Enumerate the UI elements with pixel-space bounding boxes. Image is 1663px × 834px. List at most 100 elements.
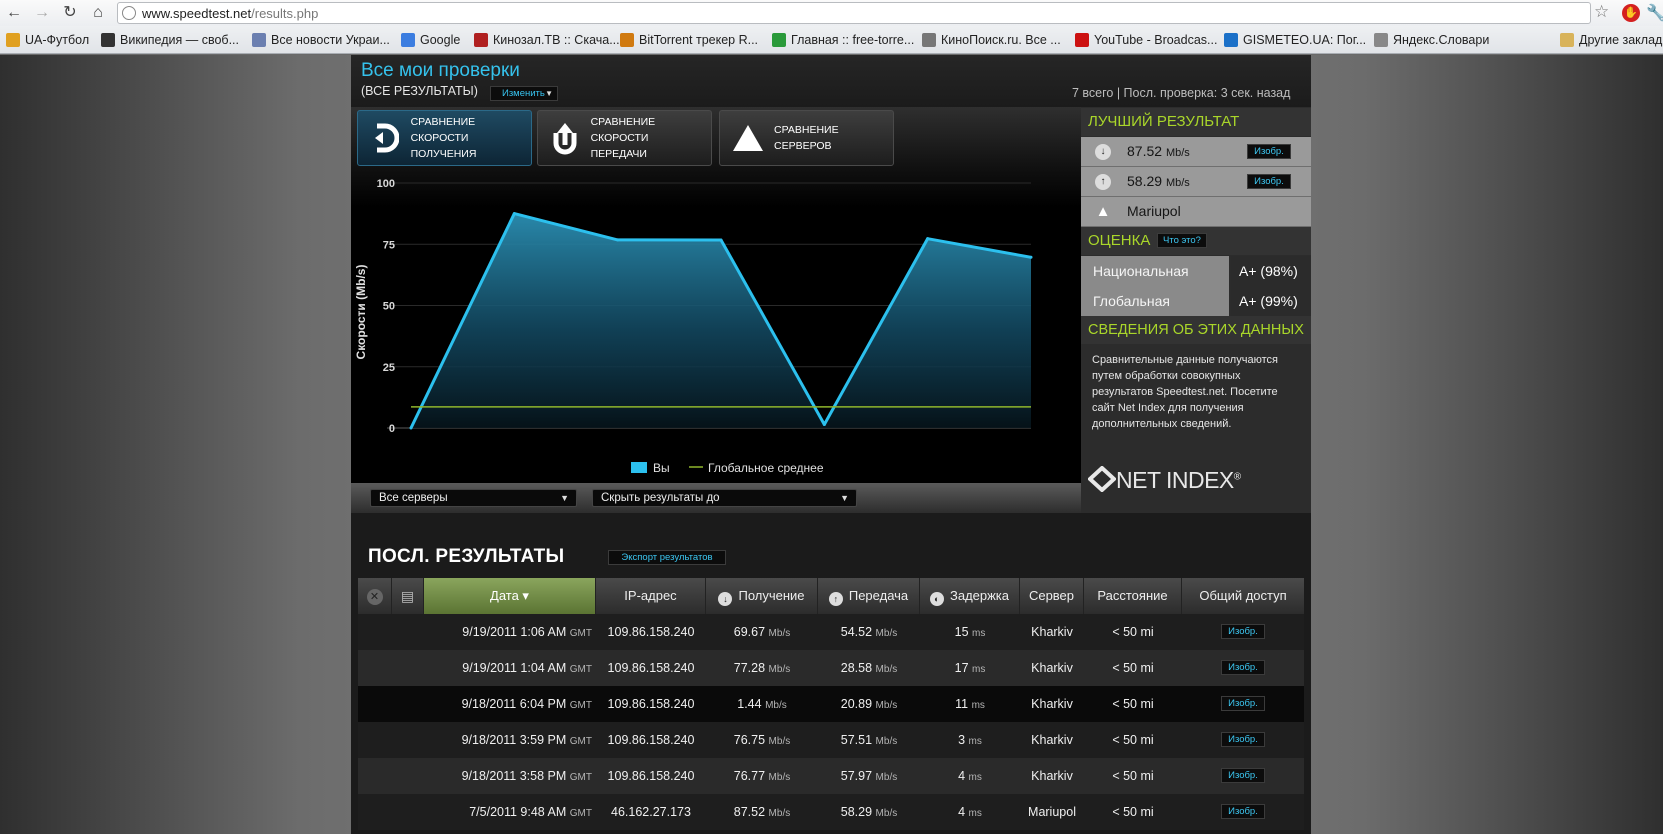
cell-download: 77.28 Mb/s <box>706 650 818 686</box>
download-value: 77.28 <box>733 661 766 675</box>
bookmark-rutracker[interactable]: BitTorrent трекер R... <box>620 31 758 49</box>
cell-ip: 109.86.158.240 <box>596 722 706 758</box>
unit: Mb/s <box>875 736 898 747</box>
back-arrow-icon[interactable]: ← <box>4 3 24 23</box>
bookmark-folder[interactable]: Другие заклад <box>1560 31 1662 49</box>
tab-upload-compare[interactable]: СРАВНЕНИЕ СКОРОСТИ ПЕРЕДАЧИ <box>537 110 712 166</box>
cell-distance: < 50 mi <box>1084 614 1182 650</box>
upload-value: 57.51 <box>840 733 873 747</box>
cell-upload: 28.58 Mb/s <box>818 650 920 686</box>
best-upload-image-button[interactable]: Изобр. <box>1247 174 1291 189</box>
speed-chart: 100 75 50 25 0 Скорости (Mb/s) Вы Глобальное… <box>354 178 1033 475</box>
bookmark-label: КиноПоиск.ru. Все ... <box>941 33 1061 47</box>
tab-line2: СЕРВЕРОВ <box>774 140 832 152</box>
cell-ping: 4 ms <box>920 758 1020 794</box>
extension-icon[interactable]: ✋ <box>1622 4 1640 22</box>
ping-column-header[interactable]: ◐ Задержка <box>920 578 1020 614</box>
compare-column-header[interactable]: ▤ <box>392 578 424 614</box>
bookmark-star-icon[interactable]: ☆ <box>1594 2 1609 22</box>
reload-icon[interactable]: ↻ <box>60 3 80 23</box>
close-icon: ✕ <box>366 589 383 605</box>
cell-share: Изобр. <box>1182 686 1304 722</box>
ip-column-header[interactable]: IP-адрес <box>596 578 706 614</box>
unit: Mb/s <box>768 736 791 747</box>
best-download-value: 87.52 Mb/s <box>1127 143 1190 159</box>
bookmark-ua-football[interactable]: UA-Футбол <box>6 31 89 49</box>
delete-column-header[interactable]: ✕ <box>358 578 392 614</box>
distance-column-header[interactable]: Расстояние <box>1084 578 1182 614</box>
ip-value: 109.86.158.240 <box>607 733 695 747</box>
share-image-button[interactable]: Изобр. <box>1221 624 1265 639</box>
table-row[interactable]: 7/5/2011 9:48 AM GMT 46.162.27.173 87.52 M… <box>358 794 1304 830</box>
page-title: Все мои проверки <box>361 60 520 81</box>
bookmark-gismeteo[interactable]: GISMETEO.UA: Пог... <box>1224 31 1366 49</box>
download-column-label: Получение <box>738 588 805 603</box>
y-tick-label: 100 <box>377 178 395 190</box>
download-column-header[interactable]: ↓ Получение <box>706 578 818 614</box>
bookmark-youtube[interactable]: YouTube - Broadcas... <box>1075 31 1217 49</box>
unit: Mb/s <box>1165 147 1190 159</box>
home-icon[interactable]: ⌂ <box>88 3 108 23</box>
share-image-button[interactable]: Изобр. <box>1221 696 1265 711</box>
table-row[interactable]: 9/18/2011 3:59 PM GMT 109.86.158.240 76.75… <box>358 722 1304 758</box>
bookmark-free-torrents[interactable]: Главная :: free-torre... <box>772 31 914 49</box>
registered-mark: ® <box>1233 471 1241 483</box>
change-button[interactable]: Изменить ▼ <box>490 86 558 101</box>
bookmark-kinopoisk[interactable]: КиноПоиск.ru. Все ... <box>922 31 1061 49</box>
ip-value: 109.86.158.240 <box>607 661 695 675</box>
forward-arrow-icon[interactable]: → <box>32 3 52 23</box>
bookmark-kinozal[interactable]: Кинозал.ТВ :: Скача... <box>474 31 620 49</box>
servers-select-value: Все серверы <box>379 492 448 504</box>
tests-summary: 7 всего | Посл. проверка: 3 сек. назад <box>1072 86 1291 100</box>
share-image-button[interactable]: Изобр. <box>1221 660 1265 675</box>
y-axis-label: Скорости (Mb/s) <box>354 265 368 360</box>
ping-column-label: Задержка <box>949 588 1010 603</box>
table-row[interactable]: 9/19/2011 1:06 AM GMT 109.86.158.240 69.67… <box>358 614 1304 650</box>
share-image-button[interactable]: Изобр. <box>1221 732 1265 747</box>
bookmark-label: Кинозал.ТВ :: Скача... <box>493 33 620 47</box>
grade-national-label: Национальная <box>1081 256 1229 286</box>
best-result-heading: ЛУЧШИЙ РЕЗУЛЬТАТ <box>1081 108 1311 136</box>
servers-select[interactable]: Все серверы ▼ <box>370 489 577 507</box>
best-download-image-button[interactable]: Изобр. <box>1247 144 1291 159</box>
chevron-down-icon: ▼ <box>545 89 553 98</box>
download-value: 76.75 <box>733 733 766 747</box>
date-value: 9/19/2011 1:04 AM <box>462 661 567 675</box>
cell-upload: 54.52 Mb/s <box>818 614 920 650</box>
servers-compare-icon <box>730 118 766 158</box>
bookmark-label: BitTorrent трекер R... <box>639 33 759 47</box>
table-row[interactable]: 9/18/2011 6:04 PM GMT 109.86.158.240 1.44 … <box>358 686 1304 722</box>
tab-servers-compare[interactable]: СРАВНЕНИЕ СЕРВЕРОВ <box>719 110 894 166</box>
date-value: 9/19/2011 1:06 AM <box>462 625 567 639</box>
bookmark-news[interactable]: Все новости Украи... <box>252 31 390 49</box>
net-index-logo[interactable]: NET INDEX® <box>1087 465 1241 494</box>
compare-icon: ▤ <box>400 588 415 604</box>
url-host: www.speedtest.net <box>142 6 252 21</box>
bookmark-label: Википедия — своб... <box>120 33 239 47</box>
export-results-button[interactable]: Экспорт результатов <box>608 550 726 565</box>
cell-distance: < 50 mi <box>1084 650 1182 686</box>
wrench-menu-icon[interactable]: 🔧 <box>1646 3 1663 23</box>
date-column-header[interactable]: Дата ▾ <box>424 578 596 614</box>
table-row[interactable]: 9/19/2011 1:04 AM GMT 109.86.158.240 77.28… <box>358 650 1304 686</box>
tab-download-compare[interactable]: СРАВНЕНИЕ СКОРОСТИ ПОЛУЧЕНИЯ <box>357 110 532 166</box>
address-bar[interactable]: www.speedtest.net/results.php <box>117 2 1591 24</box>
share-column-header[interactable]: Общий доступ <box>1182 578 1304 614</box>
server-value: Kharkiv <box>1031 697 1073 711</box>
unit: Mb/s <box>765 700 787 711</box>
bookmark-yandex-dictionary[interactable]: Яндекс.Словари <box>1374 31 1489 49</box>
upload-column-header[interactable]: ↑ Передача <box>818 578 920 614</box>
page-subtitle: (ВСЕ РЕЗУЛЬТАТЫ) <box>361 84 478 98</box>
share-image-button[interactable]: Изобр. <box>1221 804 1265 819</box>
share-image-button[interactable]: Изобр. <box>1221 768 1265 783</box>
cell-ip: 109.86.158.240 <box>596 758 706 794</box>
bookmark-wikipedia[interactable]: Википедия — своб... <box>101 31 239 49</box>
hide-results-select[interactable]: Скрыть результаты до ▼ <box>592 489 857 507</box>
ip-value: 109.86.158.240 <box>607 697 695 711</box>
what-is-this-button[interactable]: Что это? <box>1157 233 1207 248</box>
server-column-header[interactable]: Сервер <box>1020 578 1084 614</box>
bookmark-label: Другие заклад <box>1579 33 1663 47</box>
table-row[interactable]: 9/18/2011 3:58 PM GMT 109.86.158.240 76.77… <box>358 758 1304 794</box>
bookmark-google[interactable]: Google <box>401 31 460 49</box>
address-url: www.speedtest.net/results.php <box>142 6 318 21</box>
